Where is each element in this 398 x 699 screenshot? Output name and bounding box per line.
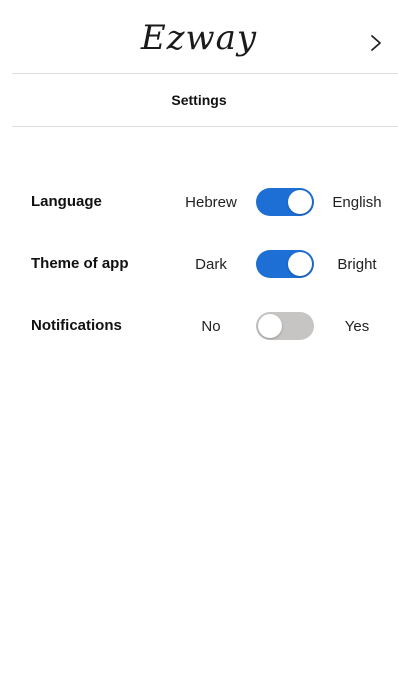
app-logo: Ezway xyxy=(140,18,258,58)
header-divider xyxy=(12,73,398,74)
option-yes: Yes xyxy=(344,318,370,335)
toggle-knob xyxy=(288,252,312,276)
option-no: No xyxy=(201,318,221,335)
option-dark: Dark xyxy=(195,256,227,273)
option-hebrew: Hebrew xyxy=(185,194,237,211)
setting-row-notifications: Notifications No Yes xyxy=(0,310,398,340)
setting-row-language: Language Hebrew English xyxy=(0,186,398,216)
chevron-right-icon xyxy=(371,35,381,51)
next-button[interactable] xyxy=(362,26,390,60)
title-divider xyxy=(12,126,398,127)
app-header: Ezway xyxy=(0,0,398,74)
setting-label: Theme of app xyxy=(31,255,129,272)
setting-label: Language xyxy=(31,193,102,210)
option-english: English xyxy=(332,194,382,211)
language-toggle[interactable] xyxy=(256,188,314,216)
option-bright: Bright xyxy=(337,256,377,273)
page-title: Settings xyxy=(171,92,227,108)
setting-row-theme: Theme of app Dark Bright xyxy=(0,248,398,278)
toggle-knob xyxy=(288,190,312,214)
setting-label: Notifications xyxy=(31,317,122,334)
notifications-toggle[interactable] xyxy=(256,312,314,340)
theme-toggle[interactable] xyxy=(256,250,314,278)
toggle-knob xyxy=(258,314,282,338)
